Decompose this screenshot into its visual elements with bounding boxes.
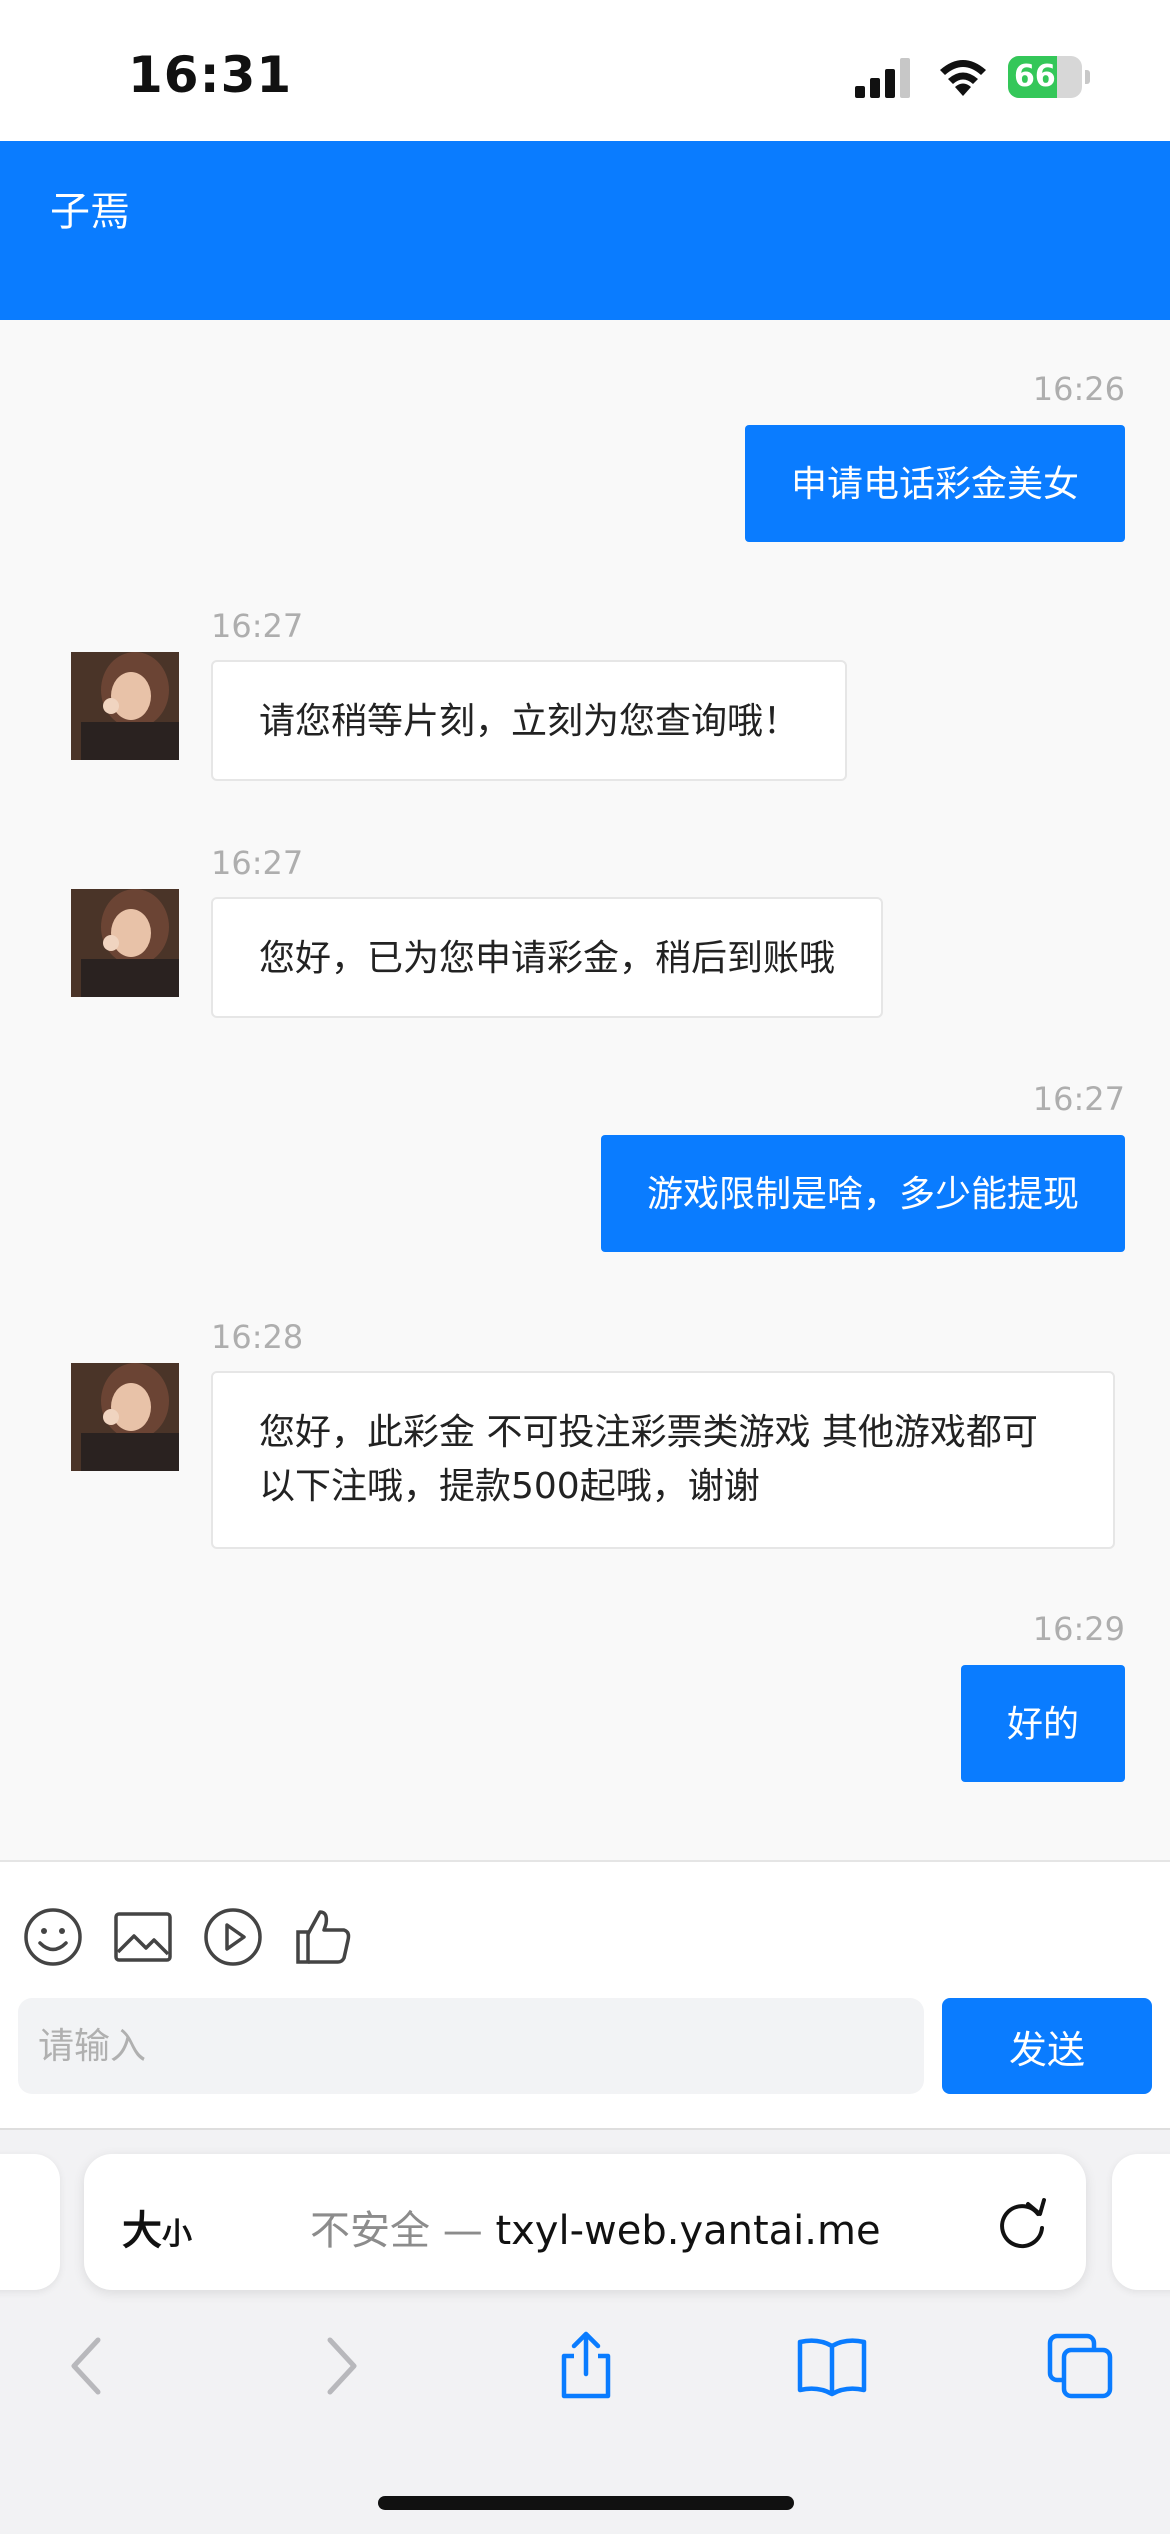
address-bar[interactable]: 大小 不安全 — txyl-web.yantai.me (84, 2154, 1086, 2290)
message-timestamp: 16:29 (1032, 1610, 1125, 1648)
message-timestamp: 16:27 (1032, 1080, 1125, 1118)
reload-icon[interactable] (994, 2192, 1052, 2252)
agent-avatar[interactable] (71, 652, 179, 760)
emoji-icon[interactable] (22, 1906, 84, 1968)
battery-icon: 66 (1008, 56, 1090, 98)
status-time: 16:31 (128, 46, 293, 104)
url-text: txyl-web.yantai.me (495, 2208, 881, 2254)
back-icon[interactable] (52, 2330, 124, 2402)
outgoing-message-bubble[interactable]: 游戏限制是啥，多少能提现 (600, 1135, 1125, 1252)
agent-avatar[interactable] (71, 889, 179, 997)
tabs-icon[interactable] (1044, 2330, 1116, 2402)
outgoing-message-bubble[interactable]: 申请电话彩金美女 (744, 425, 1125, 542)
home-indicator[interactable] (378, 2496, 794, 2510)
send-button[interactable]: 发送 (942, 1998, 1152, 2094)
message-timestamp: 16:27 (211, 844, 304, 882)
browser-toolbar: 大小 不安全 — txyl-web.yantai.me (0, 2128, 1170, 2534)
message-composer: 发送 (0, 1860, 1170, 2130)
text-size-big: 大 (122, 2208, 162, 2254)
thumbs-up-icon[interactable] (292, 1906, 354, 1968)
agent-avatar[interactable] (71, 1363, 179, 1471)
incoming-message-bubble[interactable]: 您好，此彩金 不可投注彩票类游戏 其他游戏都可以下注哦，提款500起哦，谢谢 (211, 1371, 1115, 1549)
video-icon[interactable] (202, 1906, 264, 1968)
bookmarks-icon[interactable] (796, 2330, 868, 2402)
message-input[interactable] (18, 1998, 924, 2094)
battery-level: 66 (1014, 59, 1056, 94)
chat-title: 子焉 (50, 189, 130, 235)
image-icon[interactable] (112, 1906, 174, 1968)
status-bar: 16:31 66 (0, 0, 1170, 141)
incoming-message-bubble[interactable]: 请您稍等片刻，立刻为您查询哦！ (211, 660, 848, 781)
previous-tab[interactable] (0, 2154, 60, 2290)
forward-icon[interactable] (304, 2330, 376, 2402)
wifi-icon (940, 60, 986, 96)
message-timestamp: 16:26 (1032, 370, 1125, 408)
share-icon[interactable] (550, 2330, 622, 2402)
incoming-message-bubble[interactable]: 您好，已为您申请彩金，稍后到账哦 (211, 897, 884, 1018)
chat-header: 子焉 (0, 141, 1170, 320)
url-field[interactable]: 不安全 — txyl-web.yantai.me (310, 2198, 881, 2256)
message-timestamp: 16:27 (211, 607, 304, 645)
security-label: 不安全 — (310, 2208, 483, 2254)
message-timestamp: 16:28 (211, 1318, 304, 1356)
text-size-small: 小 (162, 2217, 192, 2252)
text-size-button[interactable]: 大小 (122, 2198, 192, 2256)
outgoing-message-bubble[interactable]: 好的 (960, 1665, 1125, 1782)
cellular-signal-icon (855, 58, 910, 98)
message-list[interactable]: 16:26 申请电话彩金美女 16:27 请您稍等片刻，立刻为您查询哦！ 16:… (0, 320, 1170, 1860)
next-tab[interactable] (1112, 2154, 1170, 2290)
